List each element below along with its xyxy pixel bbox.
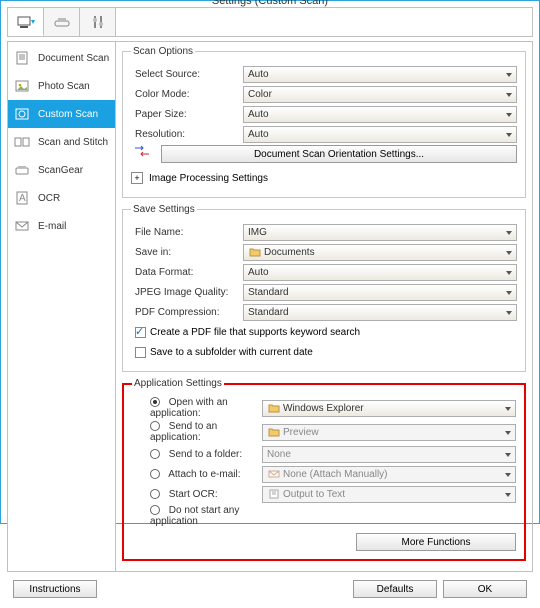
- ok-button[interactable]: OK: [443, 580, 527, 598]
- send-app-radio[interactable]: [150, 421, 160, 431]
- attach-email-radio[interactable]: [150, 469, 160, 479]
- tab-scan-from-computer[interactable]: [8, 8, 44, 36]
- start-ocr-dropdown[interactable]: Output to Text: [262, 486, 516, 503]
- settings-window: Settings (Custom Scan) Document Scan: [0, 0, 540, 524]
- keyword-search-label: Create a PDF file that supports keyword …: [150, 327, 360, 338]
- instructions-button[interactable]: Instructions: [13, 580, 97, 598]
- color-mode-label: Color Mode:: [131, 89, 243, 100]
- sidebar-item-ocr[interactable]: A OCR: [8, 184, 115, 212]
- sidebar-item-scan-stitch[interactable]: Scan and Stitch: [8, 128, 115, 156]
- data-format-label: Data Format:: [131, 267, 243, 278]
- save-in-label: Save in:: [131, 247, 243, 258]
- stitch-icon: [12, 134, 32, 150]
- send-folder-label: Send to a folder:: [132, 449, 262, 460]
- pdf-compression-label: PDF Compression:: [131, 307, 243, 318]
- resolution-label: Resolution:: [131, 129, 243, 140]
- client-area: Document Scan Photo Scan Custom Scan Sca…: [1, 1, 539, 608]
- resolution-dropdown[interactable]: Auto: [243, 126, 517, 143]
- start-ocr-radio[interactable]: [150, 489, 160, 499]
- application-settings-group: Application Settings Open with an applic…: [122, 378, 526, 561]
- keyword-search-checkbox[interactable]: [135, 327, 146, 338]
- image-processing-expand[interactable]: +: [131, 172, 143, 184]
- content-panel: Scan Options Select Source: Auto Color M…: [116, 42, 532, 571]
- scan-options-legend: Scan Options: [131, 46, 195, 57]
- top-tabstrip: [7, 7, 533, 37]
- email-icon: [12, 218, 32, 234]
- sidebar-item-scangear[interactable]: ScanGear: [8, 156, 115, 184]
- data-format-dropdown[interactable]: Auto: [243, 264, 517, 281]
- swap-arrows-icon[interactable]: [131, 145, 153, 163]
- sidebar-item-label: OCR: [38, 193, 60, 204]
- window-title: Settings (Custom Scan): [212, 0, 328, 7]
- sidebar-item-label: E-mail: [38, 221, 66, 232]
- photo-icon: [12, 78, 32, 94]
- paper-size-label: Paper Size:: [131, 109, 243, 120]
- sidebar-item-label: Document Scan: [38, 53, 109, 64]
- image-processing-label: Image Processing Settings: [149, 173, 268, 184]
- send-folder-radio[interactable]: [150, 449, 160, 459]
- sidebar-item-email[interactable]: E-mail: [8, 212, 115, 240]
- folder-icon: [248, 247, 262, 257]
- mail-icon: [267, 469, 281, 479]
- more-functions-button[interactable]: More Functions: [356, 533, 516, 551]
- document-icon: [12, 50, 32, 66]
- file-name-input[interactable]: IMG: [243, 224, 517, 241]
- send-folder-dropdown[interactable]: None: [262, 446, 516, 463]
- select-source-label: Select Source:: [131, 69, 243, 80]
- color-mode-dropdown[interactable]: Color: [243, 86, 517, 103]
- scangear-icon: [12, 162, 32, 178]
- application-settings-legend: Application Settings: [132, 378, 224, 389]
- explorer-icon: [267, 403, 281, 413]
- file-name-label: File Name:: [131, 227, 243, 238]
- paper-size-dropdown[interactable]: Auto: [243, 106, 517, 123]
- sidebar-item-label: Scan and Stitch: [38, 137, 108, 148]
- defaults-button[interactable]: Defaults: [353, 580, 437, 598]
- sidebar: Document Scan Photo Scan Custom Scan Sca…: [8, 42, 116, 571]
- tab-scan-from-panel[interactable]: [44, 8, 80, 36]
- subfolder-date-checkbox[interactable]: [135, 347, 146, 358]
- orientation-settings-button[interactable]: Document Scan Orientation Settings...: [161, 145, 517, 163]
- open-app-label: Open with an application:: [132, 397, 262, 419]
- custom-icon: [12, 106, 32, 122]
- save-settings-legend: Save Settings: [131, 204, 197, 215]
- footer: Instructions Defaults OK: [7, 576, 533, 602]
- sidebar-item-label: Photo Scan: [38, 81, 90, 92]
- jpeg-quality-label: JPEG Image Quality:: [131, 287, 243, 298]
- sidebar-item-label: Custom Scan: [38, 109, 98, 120]
- select-source-dropdown[interactable]: Auto: [243, 66, 517, 83]
- pdf-compression-dropdown[interactable]: Standard: [243, 304, 517, 321]
- svg-text:A: A: [19, 193, 26, 204]
- subfolder-date-label: Save to a subfolder with current date: [150, 347, 313, 358]
- send-app-label: Send to an application:: [132, 421, 262, 443]
- sidebar-item-photo-scan[interactable]: Photo Scan: [8, 72, 115, 100]
- preview-icon: [267, 427, 281, 437]
- attach-email-label: Attach to e-mail:: [132, 469, 262, 480]
- sidebar-item-custom-scan[interactable]: Custom Scan: [8, 100, 115, 128]
- ocr-icon: A: [12, 190, 32, 206]
- jpeg-quality-dropdown[interactable]: Standard: [243, 284, 517, 301]
- save-settings-group: Save Settings File Name: IMG Save in: Do…: [122, 204, 526, 372]
- start-ocr-label: Start OCR:: [132, 489, 262, 500]
- open-app-radio[interactable]: [150, 397, 160, 407]
- scan-options-group: Scan Options Select Source: Auto Color M…: [122, 46, 526, 198]
- attach-email-dropdown[interactable]: None (Attach Manually): [262, 466, 516, 483]
- tab-general-settings[interactable]: [80, 8, 116, 36]
- sidebar-item-document-scan[interactable]: Document Scan: [8, 44, 115, 72]
- main-row: Document Scan Photo Scan Custom Scan Sca…: [7, 41, 533, 572]
- send-app-dropdown[interactable]: Preview: [262, 424, 516, 441]
- no-app-radio[interactable]: [150, 505, 160, 515]
- save-in-dropdown[interactable]: Documents: [243, 244, 517, 261]
- open-app-dropdown[interactable]: Windows Explorer: [262, 400, 516, 417]
- text-icon: [267, 489, 281, 499]
- sidebar-item-label: ScanGear: [38, 165, 83, 176]
